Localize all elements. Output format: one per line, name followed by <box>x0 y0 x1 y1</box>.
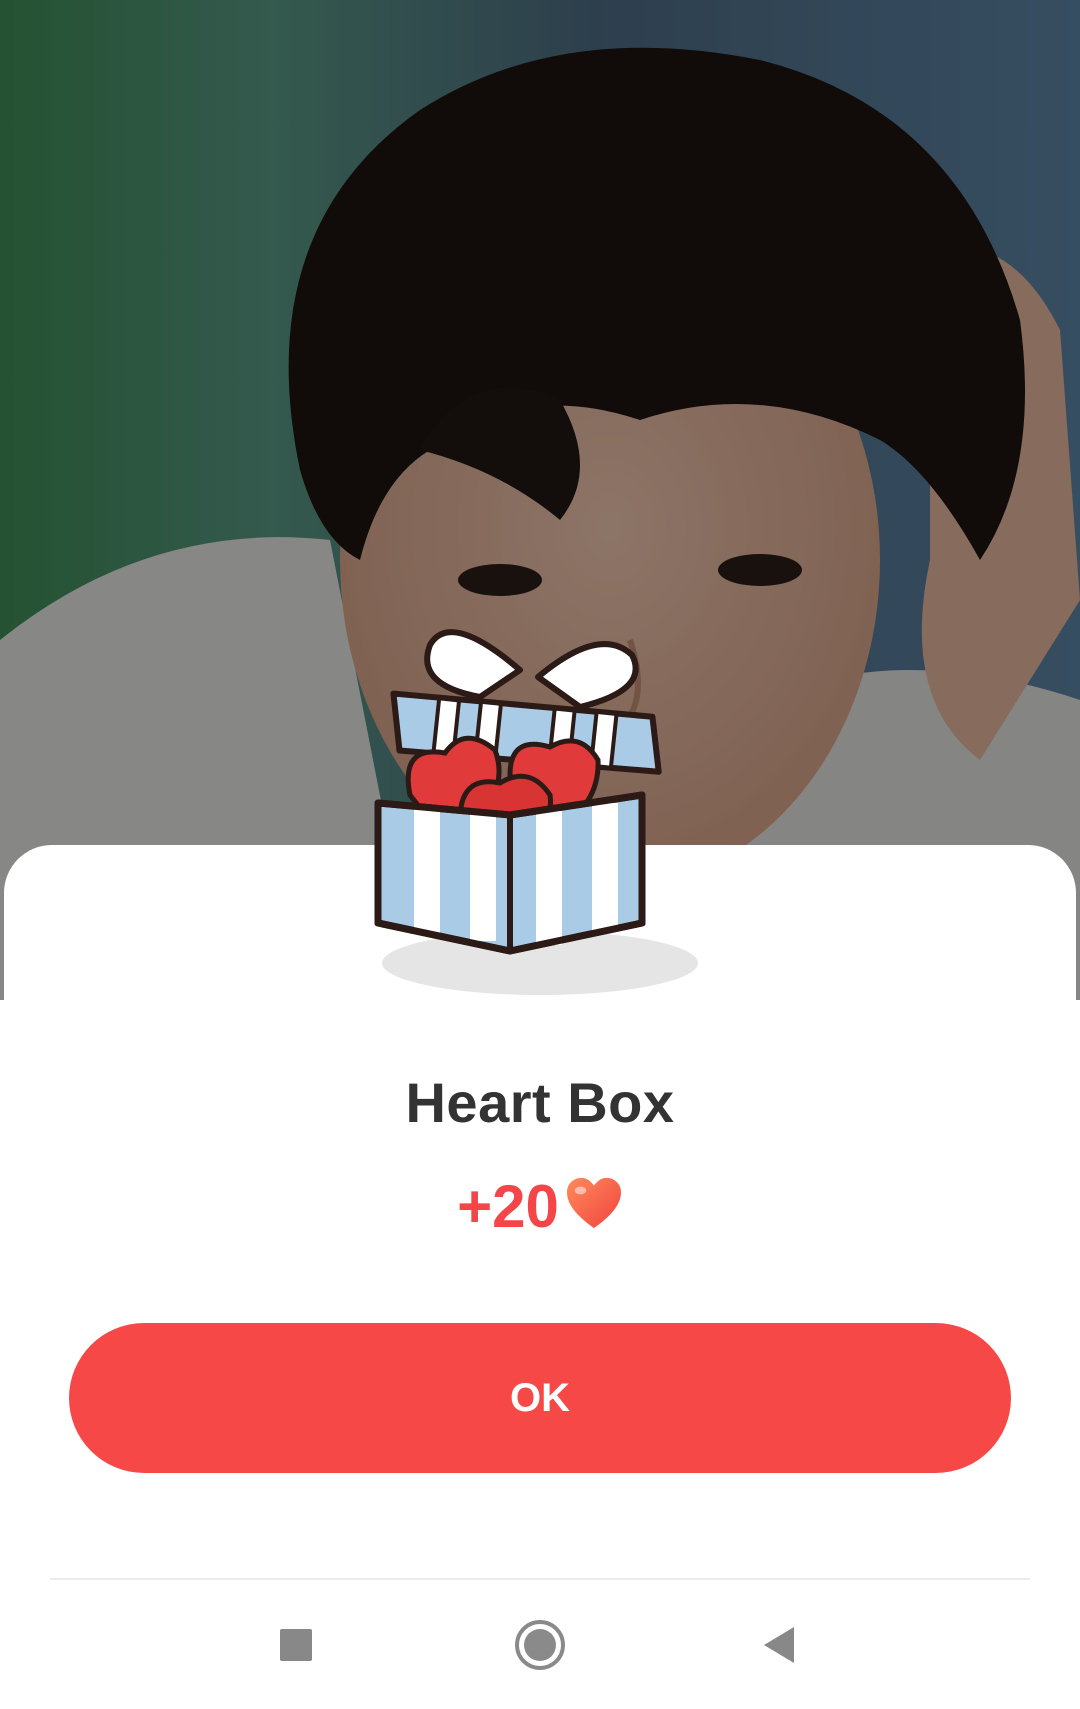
recents-button[interactable] <box>261 1610 331 1680</box>
dialog-title: Heart Box <box>405 1071 675 1134</box>
home-button[interactable] <box>505 1610 575 1680</box>
triangle-back-icon <box>764 1627 794 1663</box>
heart-icon <box>566 1177 621 1228</box>
reward-row: +20 <box>0 1172 1080 1241</box>
gift-box-icon <box>370 615 710 1005</box>
square-recents-icon <box>280 1629 312 1661</box>
back-button[interactable] <box>745 1610 815 1680</box>
circle-home-icon <box>515 1620 565 1670</box>
reward-amount: +20 <box>457 1173 559 1240</box>
ok-button[interactable]: OK <box>69 1323 1011 1473</box>
system-nav-bar <box>0 1580 1080 1709</box>
